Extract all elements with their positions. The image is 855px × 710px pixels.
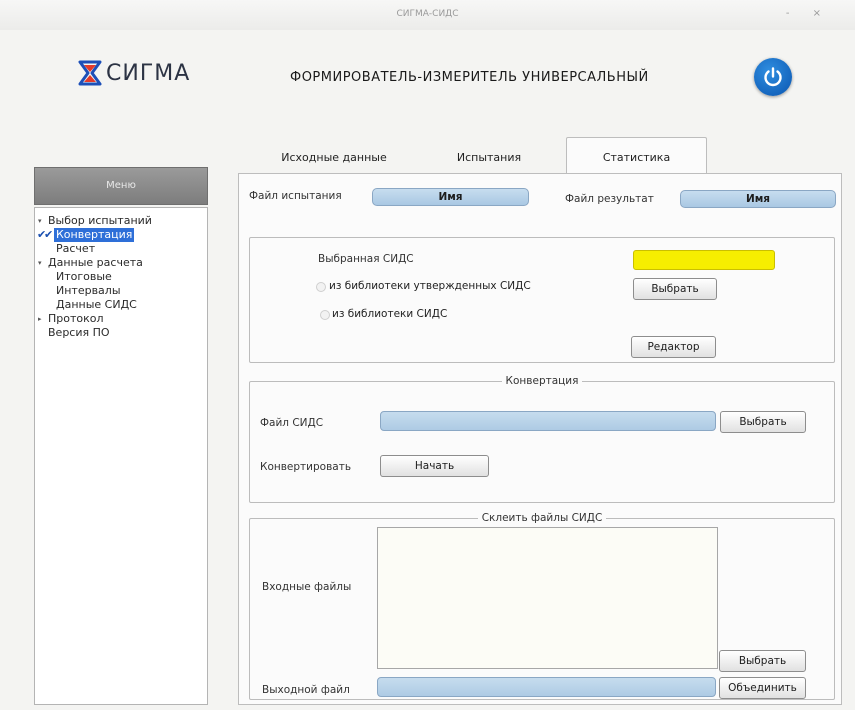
editor-button[interactable]: Редактор — [631, 336, 716, 358]
window-titlebar: СИГМА-СИДС - × — [0, 0, 855, 30]
approved-library-label: из библиотеки утвержденных СИДС — [329, 280, 531, 292]
collapse-arrow-icon[interactable]: ▾ — [38, 214, 46, 228]
result-file-label: Файл результат — [565, 193, 654, 205]
tree-item-calc-data[interactable]: ▾ Данные расчета — [35, 256, 207, 270]
tree-item-protocol[interactable]: ▸ Протокол — [35, 312, 207, 326]
logo: СИГМА — [78, 60, 190, 86]
test-file-label: Файл испытания — [249, 190, 342, 202]
tree-item-conversion[interactable]: ✔ ✔ Конвертация — [35, 228, 207, 242]
sids-file-label: Файл СИДС — [260, 417, 324, 429]
start-button[interactable]: Начать — [380, 455, 489, 477]
conversion-group: Конвертация Файл СИДС Выбрать Конвертиро… — [249, 375, 835, 503]
merge-group: Склеить файлы СИДС Входные файлы Выбрать… — [249, 512, 835, 700]
tree-item-label: Итоговые — [56, 270, 112, 283]
expand-arrow-icon[interactable]: ▸ — [38, 312, 46, 326]
tree-item-label: Выбор испытаний — [48, 214, 152, 227]
tree-item-sids-data[interactable]: Данные СИДС — [35, 298, 207, 312]
power-button[interactable] — [754, 58, 792, 96]
library-label: из библиотеки СИДС — [332, 308, 448, 320]
tree-item-totals[interactable]: Итоговые — [35, 270, 207, 284]
app-title: ФОРМИРОВАТЕЛЬ-ИЗМЕРИТЕЛЬ УНИВЕРСАЛЬНЫЙ — [290, 70, 649, 85]
tree-item-intervals[interactable]: Интервалы — [35, 284, 207, 298]
tree-item-label: Данные СИДС — [56, 298, 137, 311]
logo-text: СИГМА — [106, 60, 191, 86]
tree-item-label: Конвертация — [54, 228, 135, 242]
tree-item-calculation[interactable]: Расчет — [35, 242, 207, 256]
checkmark-icon: ✔ — [44, 228, 54, 241]
power-icon — [764, 67, 782, 87]
sids-selection-group: Выбранная СИДС из библиотеки утвержденны… — [249, 237, 835, 363]
hourglass-logo-icon — [78, 60, 102, 86]
tree-item-label: Версия ПО — [48, 326, 110, 339]
choose-input-files-button[interactable]: Выбрать — [719, 650, 806, 672]
choose-sids-button[interactable]: Выбрать — [633, 278, 717, 300]
tree-item-label: Протокол — [48, 312, 104, 325]
conversion-title: Конвертация — [250, 374, 834, 388]
selected-sids-label: Выбранная СИДС — [318, 253, 414, 265]
tree-item-label: Интервалы — [56, 284, 121, 297]
selected-sids-field — [633, 250, 775, 270]
window-controls[interactable]: - × — [786, 8, 831, 19]
choose-file-button[interactable]: Выбрать — [720, 411, 806, 433]
tree-item-test-selection[interactable]: ▾ Выбор испытаний — [35, 214, 207, 228]
tab-statistics[interactable]: Статистика — [566, 137, 707, 174]
tab-tests[interactable]: Испытания — [429, 143, 549, 173]
tree-item-software-version[interactable]: Версия ПО — [35, 326, 207, 340]
menu-header: Меню — [34, 167, 208, 205]
tab-source-data[interactable]: Исходные данные — [264, 143, 404, 173]
input-files-label: Входные файлы — [262, 581, 352, 593]
result-file-field[interactable]: Имя — [680, 190, 836, 208]
sids-file-field[interactable] — [380, 411, 716, 431]
library-radio[interactable] — [320, 310, 330, 320]
test-file-field[interactable]: Имя — [372, 188, 529, 206]
menu-tree: ▾ Выбор испытаний ✔ ✔ Конвертация Расчет… — [34, 207, 208, 705]
statistics-panel: Файл испытания Имя Файл результат Имя Вы… — [238, 173, 842, 705]
collapse-arrow-icon[interactable]: ▾ — [38, 256, 46, 270]
tree-item-label: Данные расчета — [48, 256, 143, 269]
merge-button[interactable]: Объединить — [719, 677, 806, 699]
convert-label: Конвертировать — [260, 461, 352, 473]
window-title: СИГМА-СИДС — [396, 9, 459, 19]
app-header: СИГМА ФОРМИРОВАТЕЛЬ-ИЗМЕРИТЕЛЬ УНИВЕРСАЛ… — [0, 30, 855, 140]
input-files-list[interactable] — [377, 527, 718, 669]
output-file-field[interactable] — [377, 677, 716, 697]
merge-title: Склеить файлы СИДС — [250, 511, 834, 525]
output-file-label: Выходной файл — [262, 684, 350, 696]
approved-library-radio[interactable] — [316, 282, 326, 292]
tree-item-label: Расчет — [56, 242, 96, 255]
